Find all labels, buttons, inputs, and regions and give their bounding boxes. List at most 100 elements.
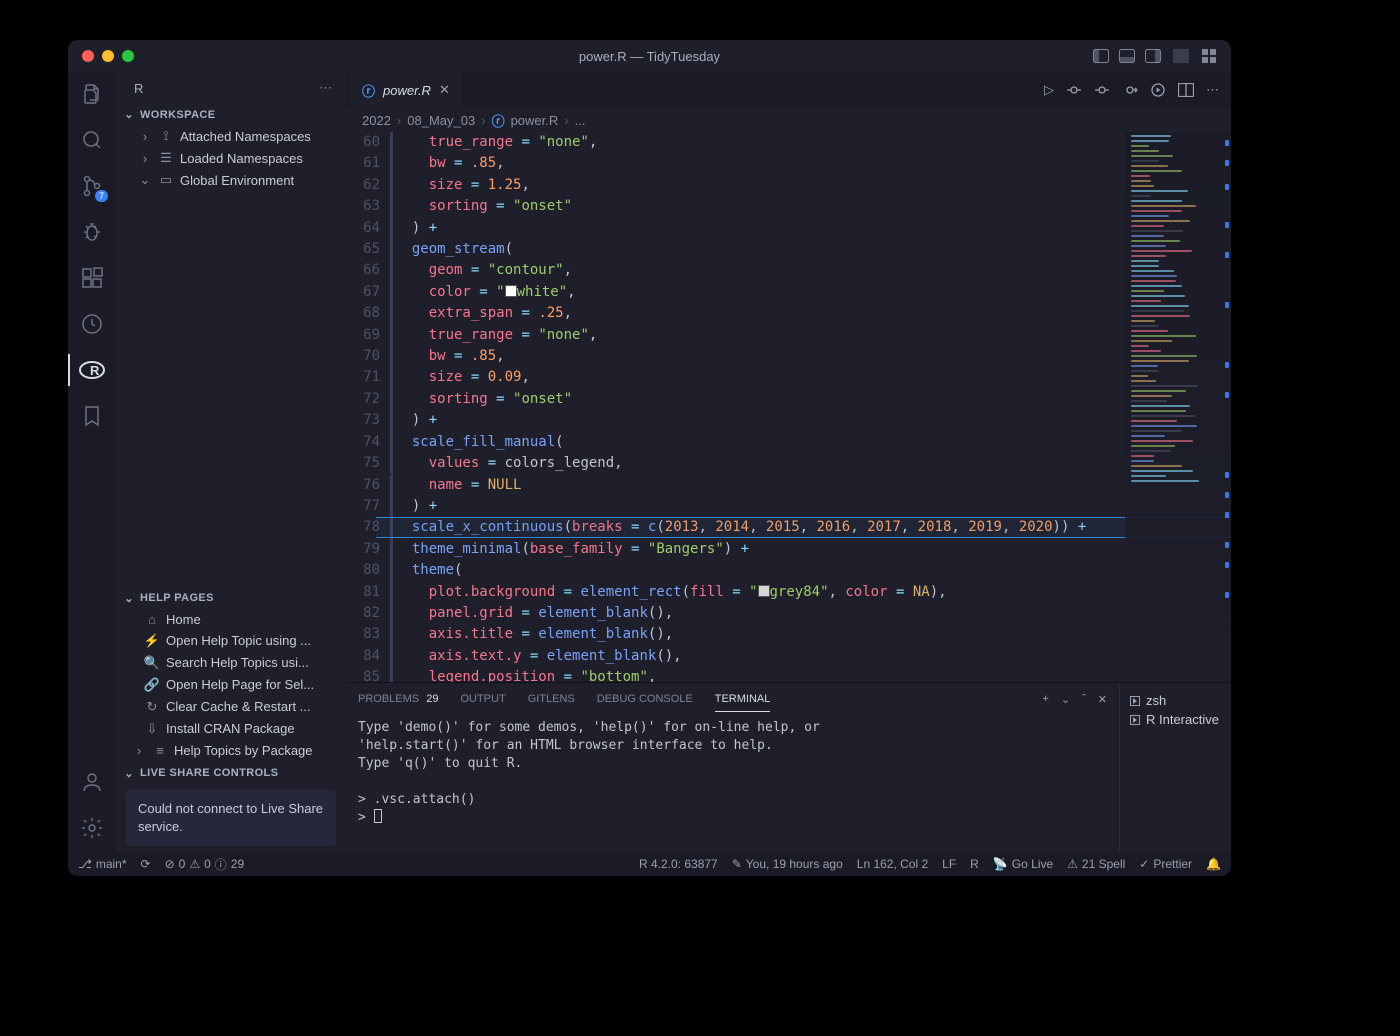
layout-controls — [1093, 49, 1217, 63]
prettier-status[interactable]: ✓ Prettier — [1139, 857, 1192, 871]
terminal-icon — [1130, 715, 1140, 725]
refresh-icon: ↻ — [144, 699, 160, 715]
close-panel-icon[interactable]: ✕ — [1098, 693, 1107, 706]
environment-icon: ▭ — [158, 172, 174, 188]
customize-layout-icon[interactable] — [1201, 49, 1217, 63]
sidebar: R ⋯ ⌄WORKSPACE ›⟟Attached Namespaces ›☰L… — [116, 72, 346, 852]
cursor-position-status[interactable]: Ln 162, Col 2 — [857, 857, 928, 871]
help-install-cran[interactable]: ⇩Install CRAN Package — [116, 718, 346, 740]
sidebar-title: R — [134, 81, 143, 96]
titlebar: power.R — TidyTuesday — [68, 40, 1231, 72]
terminal-dropdown-icon[interactable]: ⌄ — [1061, 693, 1070, 706]
workspace-item-attached[interactable]: ›⟟Attached Namespaces — [116, 125, 346, 147]
list-icon: ≡ — [152, 743, 168, 758]
window-body: 7 R R ⋯ ⌄WORKSPACE ›⟟Attached Namespaces… — [68, 72, 1231, 852]
divider — [1173, 49, 1189, 63]
split-editor-icon[interactable] — [1178, 82, 1194, 98]
toggle-primary-sidebar-icon[interactable] — [1093, 49, 1109, 63]
home-icon: ⌂ — [144, 612, 160, 627]
code-editor[interactable]: 6061626364656667686970717273747576777879… — [346, 132, 1231, 682]
tab-gitlens[interactable]: GITLENS — [528, 687, 575, 711]
help-page-selection[interactable]: 🔗Open Help Page for Sel... — [116, 674, 346, 696]
debug-icon[interactable] — [78, 218, 106, 246]
traffic-lights — [82, 50, 134, 62]
help-list: ⌂Home ⚡Open Help Topic using ... 🔍Search… — [116, 609, 346, 761]
extensions-icon[interactable] — [78, 264, 106, 292]
minimap[interactable] — [1125, 132, 1231, 682]
link-icon: 🔗 — [144, 677, 160, 693]
breadcrumb[interactable]: 2022› 08_May_03› ⓡ power.R› ... — [346, 108, 1231, 132]
help-search[interactable]: 🔍Search Help Topics usi... — [116, 652, 346, 674]
workspace-section[interactable]: ⌄WORKSPACE — [116, 102, 346, 125]
minimize-window-button[interactable] — [102, 50, 114, 62]
help-label: HELP PAGES — [140, 592, 214, 604]
help-topics-package[interactable]: ›≡Help Topics by Package — [116, 740, 346, 761]
toggle-panel-icon[interactable] — [1119, 49, 1135, 63]
spell-status[interactable]: ⚠ 21 Spell — [1067, 857, 1125, 871]
tab-filename: power.R — [383, 83, 431, 98]
search-icon[interactable] — [78, 126, 106, 154]
notifications-icon[interactable]: 🔔 — [1206, 857, 1221, 871]
help-clear-cache[interactable]: ↻Clear Cache & Restart ... — [116, 696, 346, 718]
branch-status[interactable]: ⎇ main* — [78, 857, 127, 871]
terminal-output[interactable]: Type 'demo()' for some demos, 'help()' f… — [346, 715, 1119, 852]
close-tab-icon[interactable]: ✕ — [439, 82, 450, 98]
git-push-icon[interactable] — [1122, 82, 1138, 98]
git-commit-icon-2[interactable] — [1094, 82, 1110, 98]
terminal-item-zsh[interactable]: zsh — [1130, 691, 1221, 710]
toggle-secondary-sidebar-icon[interactable] — [1145, 49, 1161, 63]
workspace-label: WORKSPACE — [140, 109, 216, 121]
tab-output[interactable]: OUTPUT — [460, 687, 505, 711]
liveshare-label: LIVE SHARE CONTROLS — [140, 767, 278, 779]
source-control-icon[interactable]: 7 — [78, 172, 106, 200]
liveshare-section[interactable]: ⌄LIVE SHARE CONTROLS — [116, 761, 346, 784]
help-section[interactable]: ⌄HELP PAGES — [116, 586, 346, 609]
namespace-icon: ⟟ — [158, 128, 174, 144]
r-file-icon: ⓡ — [362, 81, 375, 100]
r-extension-icon[interactable]: R — [78, 356, 106, 384]
terminal-item-r[interactable]: R Interactive — [1130, 710, 1221, 729]
terminal-list: zsh R Interactive — [1119, 683, 1231, 852]
go-live-status[interactable]: 📡 Go Live — [993, 857, 1053, 871]
account-icon[interactable] — [78, 768, 106, 796]
new-terminal-icon[interactable]: + — [1042, 693, 1048, 705]
r-file-icon: ⓡ — [492, 111, 505, 130]
liveshare-message: Could not connect to Live Share service. — [126, 790, 336, 846]
panel-tabs: PROBLEMS 29 OUTPUT GITLENS DEBUG CONSOLE… — [346, 683, 1119, 715]
run-icon[interactable]: ▷ — [1044, 82, 1054, 98]
editor-group: ⓡ power.R ✕ ▷ ⋯ 2022› 08_May_03› ⓡ — [346, 72, 1231, 852]
settings-gear-icon[interactable] — [78, 814, 106, 842]
help-open-topic[interactable]: ⚡Open Help Topic using ... — [116, 630, 346, 652]
sync-icon[interactable]: ⟳ — [141, 857, 151, 871]
namespace-icon: ☰ — [158, 150, 174, 166]
git-blame-status[interactable]: ✎ You, 19 hours ago — [732, 857, 843, 871]
terminal-icon — [1130, 696, 1140, 706]
run-above-icon[interactable] — [1150, 82, 1166, 98]
sidebar-more-icon[interactable]: ⋯ — [319, 80, 334, 96]
close-window-button[interactable] — [82, 50, 94, 62]
vscode-window: power.R — TidyTuesday 7 R — [68, 40, 1231, 876]
r-version-status[interactable]: R 4.2.0: 63877 — [639, 857, 718, 871]
tab-bar: ⓡ power.R ✕ ▷ ⋯ — [346, 72, 1231, 108]
tab-problems[interactable]: PROBLEMS 29 — [358, 687, 438, 711]
help-home[interactable]: ⌂Home — [116, 609, 346, 630]
maximize-panel-icon[interactable]: ˆ — [1082, 693, 1086, 705]
tab-debug-console[interactable]: DEBUG CONSOLE — [597, 687, 693, 711]
workspace-item-global[interactable]: ⌄▭Global Environment — [116, 169, 346, 191]
eol-status[interactable]: LF — [942, 857, 956, 871]
zap-icon: ⚡ — [144, 633, 160, 649]
gitlens-icon[interactable] — [78, 310, 106, 338]
explorer-icon[interactable] — [78, 80, 106, 108]
language-status[interactable]: R — [970, 857, 979, 871]
workspace-item-loaded[interactable]: ›☰Loaded Namespaces — [116, 147, 346, 169]
diagnostics-status[interactable]: ⊘ 0 ⚠ 0 ⓘ 29 — [165, 856, 245, 873]
git-commit-icon[interactable] — [1066, 82, 1082, 98]
tab-terminal[interactable]: TERMINAL — [715, 687, 771, 712]
maximize-window-button[interactable] — [122, 50, 134, 62]
search-icon: 🔍 — [144, 655, 160, 671]
bookmark-icon[interactable] — [78, 402, 106, 430]
activity-bar: 7 R — [68, 72, 116, 852]
editor-tab[interactable]: ⓡ power.R ✕ — [350, 72, 462, 108]
svg-text:R: R — [90, 363, 100, 378]
more-actions-icon[interactable]: ⋯ — [1206, 82, 1219, 98]
